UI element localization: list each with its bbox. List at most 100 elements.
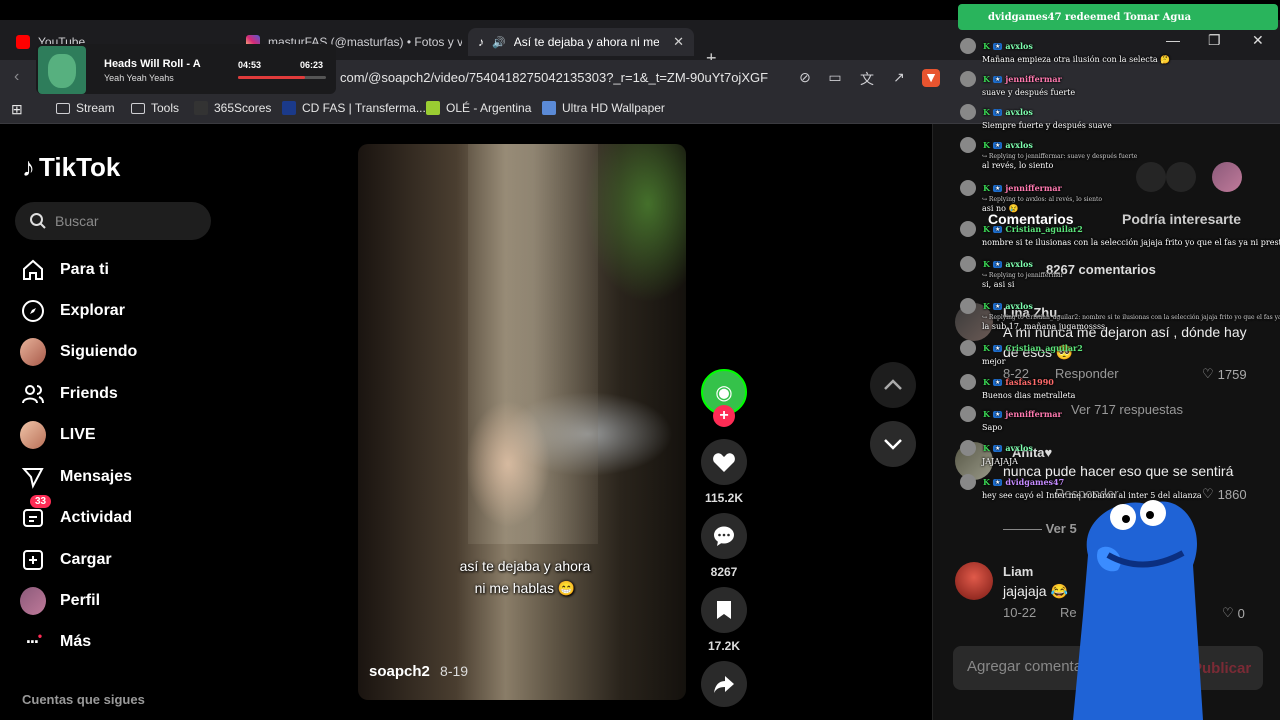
comment-date: 10-22 <box>1003 605 1037 620</box>
subscriber-badge-icon: ★ <box>992 184 1003 192</box>
follow-button[interactable]: + <box>713 405 735 427</box>
chat-avatar <box>960 180 976 196</box>
comment-button[interactable]: 8267 <box>700 513 748 579</box>
transfermarkt-icon <box>282 101 296 115</box>
nav-para-ti[interactable]: Para ti <box>20 257 109 283</box>
comment-author[interactable]: Liam <box>1003 564 1033 579</box>
previous-video-button[interactable] <box>870 362 916 408</box>
apps-grid-icon[interactable]: ⊞ <box>11 101 23 118</box>
back-icon[interactable]: ‹ <box>14 68 19 86</box>
chat-username: jenniffermar <box>1005 183 1062 193</box>
nav-cargar[interactable]: Cargar <box>20 547 112 573</box>
bookmark-tools[interactable]: Tools <box>131 101 179 115</box>
chat-username: avxlos <box>1005 140 1033 150</box>
globe-icon: ◉ <box>715 381 733 404</box>
nav-explorar[interactable]: Explorar <box>20 298 125 324</box>
wallpaper-icon <box>542 101 556 115</box>
chat-username: avxlos <box>1005 107 1033 117</box>
chat-username: dvidgames47 <box>1005 477 1065 487</box>
next-video-button[interactable] <box>870 421 916 467</box>
mascot-overlay <box>1073 500 1203 720</box>
url-field[interactable]: com/@soapch2/video/7540418275042135303?_… <box>340 70 768 85</box>
bookmark-cd-fas[interactable]: CD FAS | Transferma... <box>282 101 426 115</box>
close-window-icon[interactable]: ✕ <box>1252 32 1264 49</box>
video-player[interactable] <box>358 144 686 700</box>
video-author[interactable]: soapch2 8-19 <box>369 663 468 680</box>
chevron-up-icon <box>884 379 902 390</box>
view-replies-button[interactable]: ——— Ver 5 <box>1003 521 1077 536</box>
tiktok-note-icon: ♪ <box>22 152 35 182</box>
more-icon: ··· • <box>25 629 42 652</box>
chat-text: la sub 17, mañana jugamossss <box>982 322 1106 331</box>
chat-avatar <box>960 256 976 272</box>
chat-reply-reference: ↪ Replying to jenniffermar <box>982 272 1064 279</box>
chat-avatar <box>960 71 976 87</box>
search-input[interactable] <box>55 213 195 229</box>
chat-text: Sapo <box>982 423 1003 432</box>
comment-like-button[interactable]: ♡ 1759 <box>1202 366 1247 382</box>
chat-text: JAJAJAJA <box>982 457 1018 466</box>
elapsed-time: 04:53 <box>238 60 262 70</box>
close-tab-icon[interactable]: ✕ <box>673 34 684 50</box>
chat-message: K ★ Cristian_aguilar2 mejor <box>960 340 1083 366</box>
nav-mas[interactable]: ··· • Más <box>20 629 91 655</box>
save-button[interactable]: 17.2K <box>700 587 748 653</box>
chat-message: K ★ avxlos Siempre fuerte y después suave <box>960 104 1112 130</box>
comment-like-button[interactable]: ♡ 0 <box>1222 605 1245 621</box>
translate-icon[interactable]: 文 <box>858 69 876 87</box>
track-title: Heads Will Roll - A <box>104 58 201 70</box>
tiktok-logo[interactable]: ♪ TikTok <box>22 152 120 183</box>
phone-icon[interactable] <box>1166 162 1196 192</box>
search-box[interactable] <box>15 202 211 240</box>
embed-icon[interactable] <box>1136 162 1166 192</box>
nav-siguiendo[interactable]: Siguiendo <box>20 338 137 366</box>
subscriber-badge-icon: ★ <box>992 302 1003 310</box>
chat-message: K ★ Cristian_aguilar2 nombre si te ilusiona… <box>960 221 1280 247</box>
share-button[interactable] <box>700 661 748 707</box>
kick-badge-icon: K <box>983 409 990 419</box>
kick-badge-icon: K <box>983 224 990 234</box>
share-icon[interactable]: ↗ <box>890 69 908 87</box>
chat-avatar <box>960 440 976 456</box>
like-button[interactable]: 115.2K <box>700 439 748 505</box>
user-avatar[interactable] <box>1212 162 1242 192</box>
kick-badge-icon: K <box>983 443 990 453</box>
nav-mensajes[interactable]: Mensajes <box>20 464 132 490</box>
mute-icon[interactable]: ⊘ <box>796 69 814 87</box>
subscriber-badge-icon: ★ <box>992 225 1003 233</box>
nav-perfil[interactable]: Perfil <box>20 587 100 615</box>
chat-message: K ★ avxlos ↪ Replying to Cristian_aguilar2:… <box>960 298 1280 331</box>
creator-avatar[interactable]: ◉ + <box>700 369 748 427</box>
chat-username: avxlos <box>1005 301 1033 311</box>
view-replies-button[interactable]: Ver 717 respuestas <box>1071 402 1183 417</box>
comment-like-button[interactable]: ♡ 1860 <box>1202 486 1247 502</box>
chat-username: avxlos <box>1005 259 1033 269</box>
home-icon <box>20 257 46 283</box>
subscriber-badge-icon: ★ <box>992 478 1003 486</box>
kick-badge-icon: K <box>983 140 990 150</box>
avatar[interactable] <box>955 562 993 600</box>
inbox-icon: 33 <box>20 495 52 531</box>
track-progress[interactable] <box>238 76 326 79</box>
bookmark-stream[interactable]: Stream <box>56 101 115 115</box>
chat-avatar <box>960 340 976 356</box>
kick-badge-icon: K <box>983 477 990 487</box>
audio-playing-icon[interactable]: 🔊 <box>492 36 506 49</box>
bookmark-365scores[interactable]: 365Scores <box>194 101 271 115</box>
tab-tiktok[interactable]: ♪ 🔊 Así te dejaba y ahora ni me h ✕ <box>468 28 694 56</box>
subscriber-badge-icon: ★ <box>992 75 1003 83</box>
brave-shield-icon[interactable]: ▼ <box>922 69 940 87</box>
following-accounts-heading: Cuentas que sigues <box>22 692 145 707</box>
bookmark-ole[interactable]: OLÉ - Argentina <box>426 101 531 115</box>
bookmark-wallpaper[interactable]: Ultra HD Wallpaper <box>542 101 665 115</box>
chat-text: Siempre fuerte y después suave <box>982 121 1112 130</box>
cast-icon[interactable]: ▭ <box>826 69 844 87</box>
live-avatar <box>20 421 46 449</box>
maximize-icon[interactable]: ❐ <box>1208 32 1221 49</box>
nav-live[interactable]: LIVE <box>20 421 96 449</box>
subscriber-badge-icon: ★ <box>992 141 1003 149</box>
share-arrow-icon <box>701 661 747 707</box>
nav-friends[interactable]: Friends <box>20 381 118 407</box>
subscriber-badge-icon: ★ <box>992 378 1003 386</box>
nav-actividad[interactable]: 33 Actividad <box>20 495 132 531</box>
